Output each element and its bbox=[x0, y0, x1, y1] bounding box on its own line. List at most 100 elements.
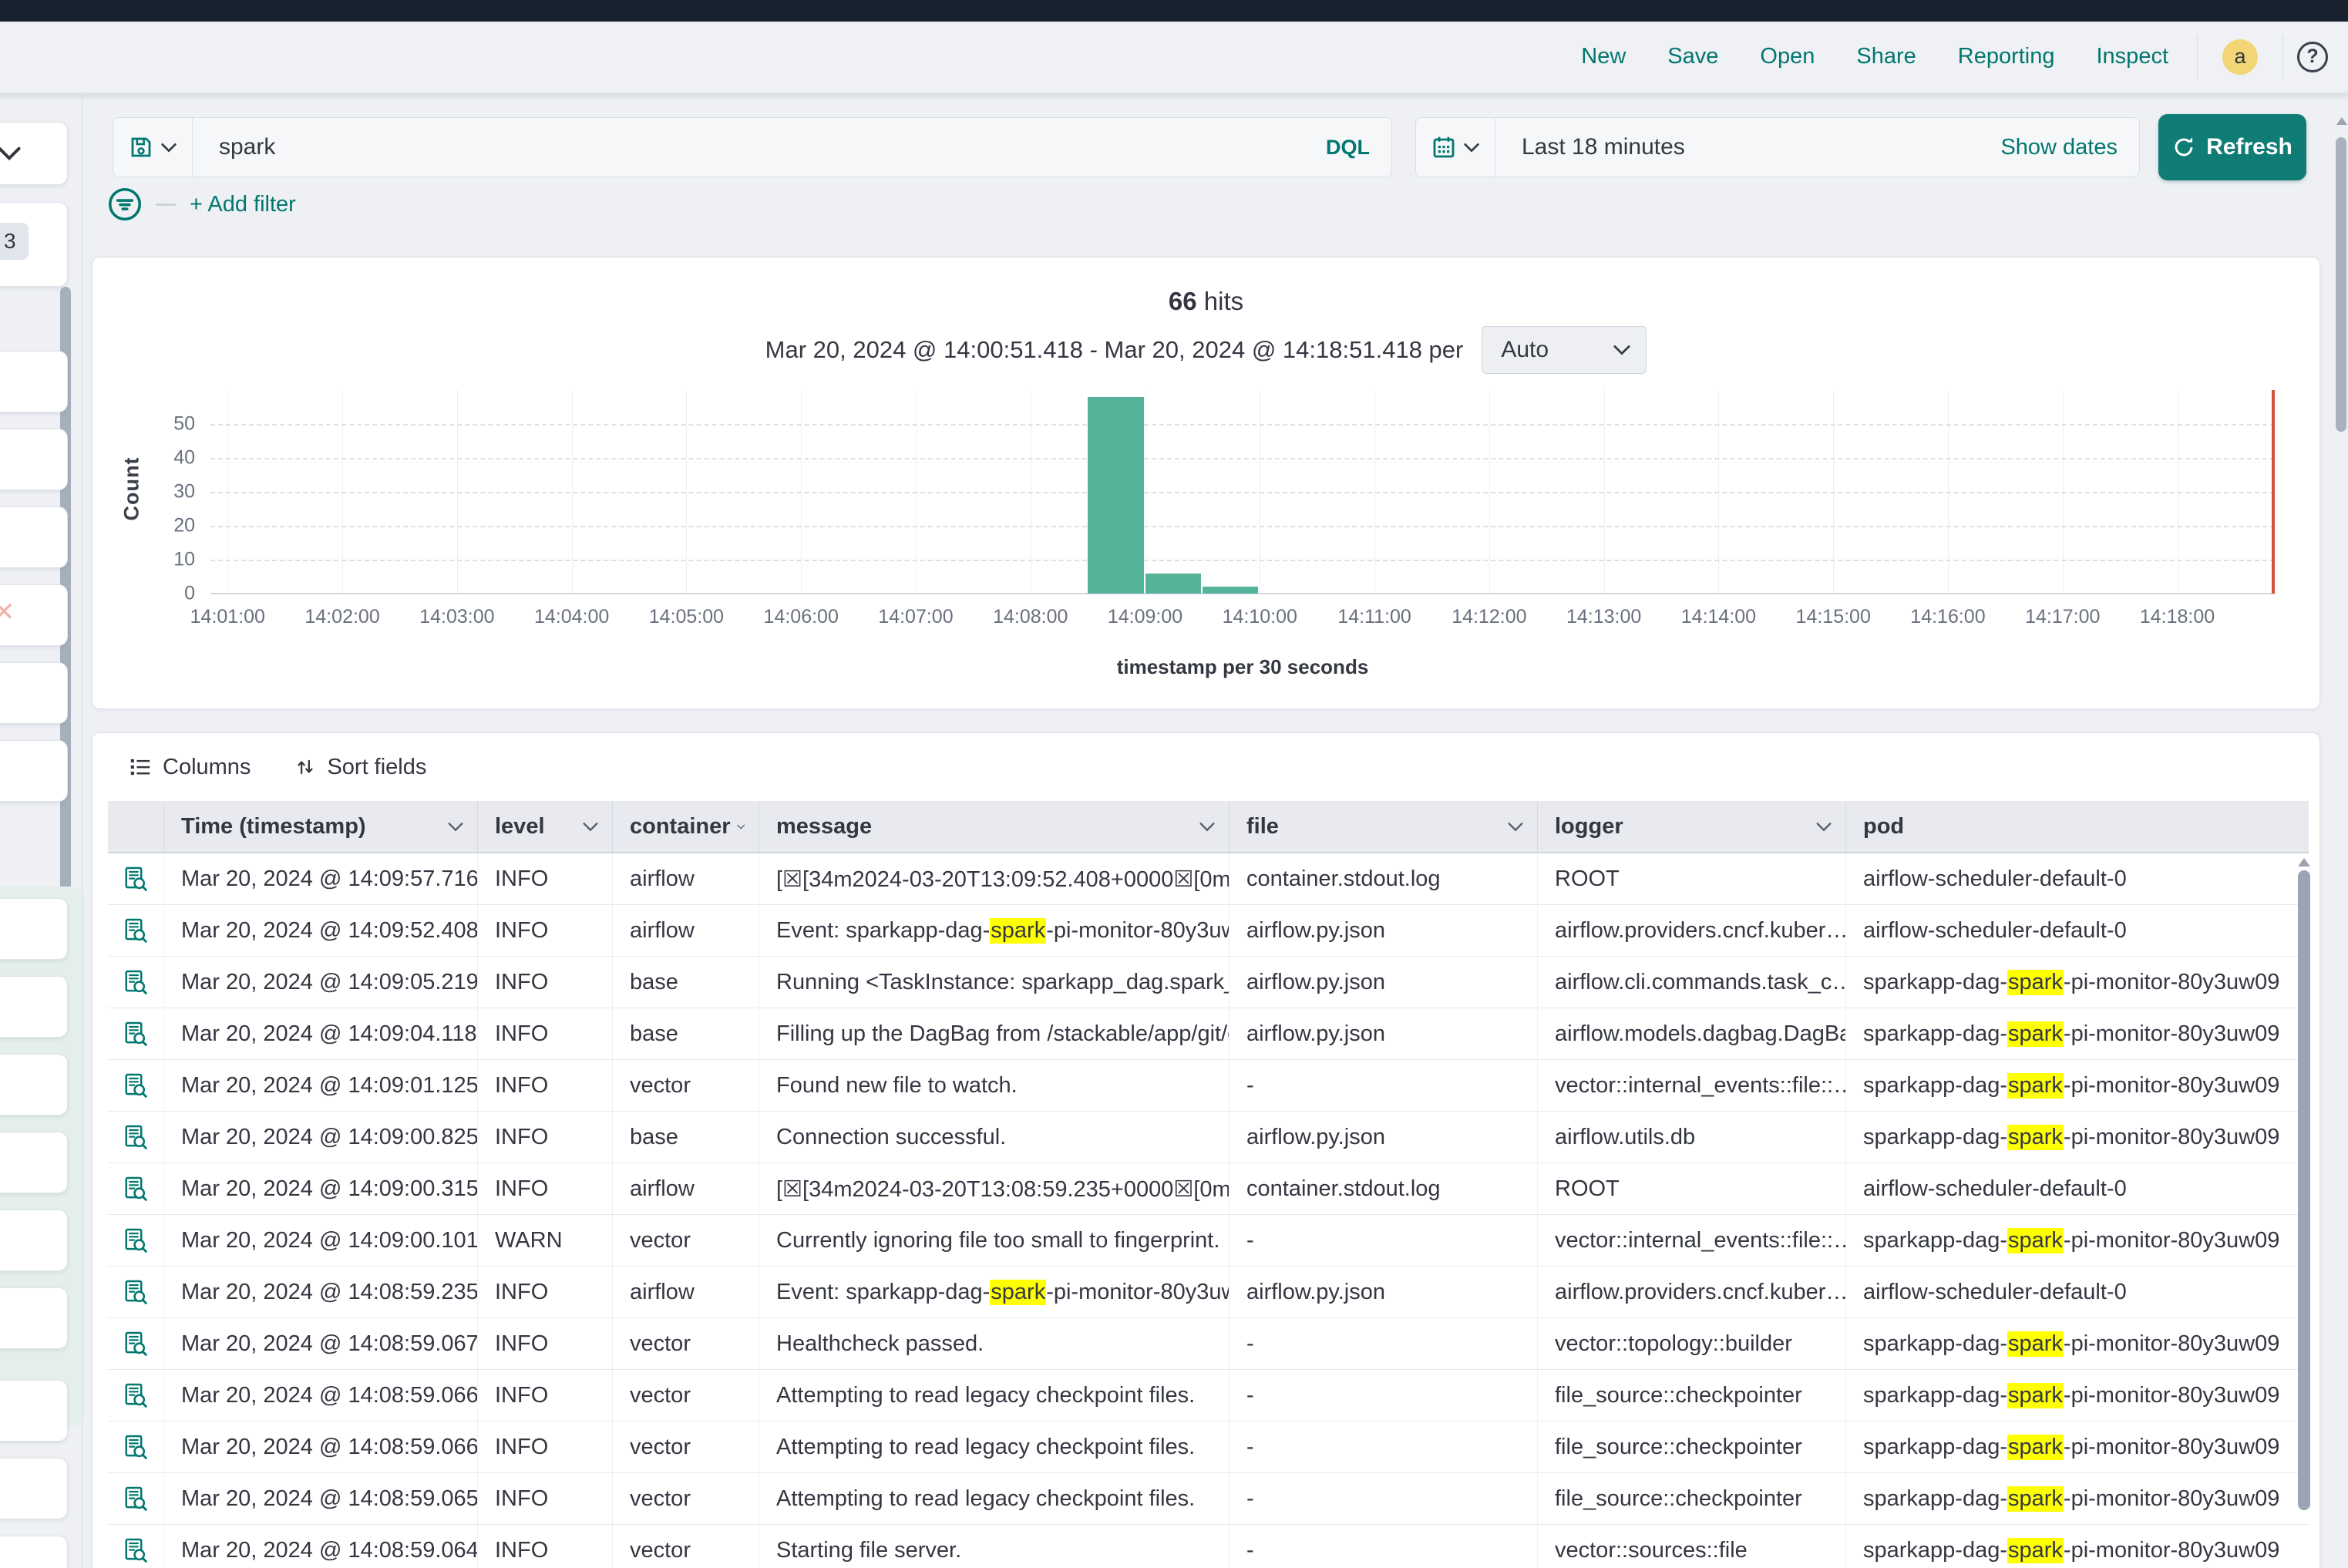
expand-row-button[interactable] bbox=[108, 1008, 164, 1059]
column-header-file[interactable]: file bbox=[1230, 801, 1538, 852]
y-gridline bbox=[210, 458, 2275, 459]
x-tick-label: 14:01:00 bbox=[190, 606, 265, 628]
expand-row-button[interactable] bbox=[108, 1422, 164, 1472]
page-scroll-up-arrow[interactable] bbox=[2336, 117, 2347, 125]
expand-row-button[interactable] bbox=[108, 1370, 164, 1421]
x-tick-label: 14:07:00 bbox=[878, 606, 953, 628]
user-avatar[interactable]: a bbox=[2222, 39, 2258, 75]
show-dates-button[interactable]: Show dates bbox=[2000, 135, 2139, 160]
expand-document-icon bbox=[122, 1175, 150, 1203]
page-scrollbar-thumb[interactable] bbox=[2336, 137, 2346, 432]
highlighted-term: spark bbox=[2007, 970, 2064, 995]
saved-query-menu-button[interactable] bbox=[113, 118, 193, 177]
cell-logger: airflow.providers.cncf.kuber… bbox=[1538, 1267, 1846, 1317]
chart-bar[interactable] bbox=[1145, 574, 1201, 594]
field-item-box[interactable] bbox=[0, 976, 68, 1038]
columns-button[interactable]: Columns bbox=[130, 755, 251, 780]
field-item-box[interactable] bbox=[0, 740, 68, 802]
chart-bar[interactable] bbox=[1203, 587, 1258, 594]
cell-file: - bbox=[1230, 1473, 1538, 1524]
field-item-box[interactable] bbox=[0, 898, 68, 960]
field-item-box[interactable] bbox=[0, 1287, 68, 1349]
histogram-plot[interactable]: 14:01:0014:02:0014:03:0014:04:0014:05:00… bbox=[210, 390, 2275, 594]
nav-reporting-link[interactable]: Reporting bbox=[1958, 44, 2055, 69]
global-header-bar bbox=[0, 0, 2348, 22]
expand-row-button[interactable] bbox=[108, 957, 164, 1008]
cell-time: Mar 20, 2024 @ 14:08:59.235 bbox=[164, 1267, 478, 1317]
field-item-box[interactable] bbox=[0, 1132, 68, 1193]
column-header-label: level bbox=[495, 814, 545, 840]
cell-level: INFO bbox=[478, 905, 613, 956]
nav-inspect-link[interactable]: Inspect bbox=[2097, 44, 2169, 69]
field-item-box[interactable] bbox=[0, 1458, 68, 1519]
expand-row-button[interactable] bbox=[108, 1163, 164, 1214]
field-item-box[interactable] bbox=[0, 351, 68, 412]
cell-message: Event: sparkapp-dag-spark-pi-monitor-80y… bbox=[759, 1267, 1230, 1317]
expand-row-button[interactable] bbox=[108, 853, 164, 904]
column-header-message[interactable]: message bbox=[759, 801, 1230, 852]
remove-field-icon[interactable]: ✕ bbox=[0, 599, 67, 625]
query-language-button[interactable]: DQL bbox=[1326, 136, 1391, 160]
cell-level: INFO bbox=[478, 1267, 613, 1317]
calendar-icon bbox=[1431, 135, 1456, 160]
column-header-level[interactable]: level bbox=[478, 801, 613, 852]
field-item-box[interactable] bbox=[0, 1054, 68, 1115]
field-item-box[interactable] bbox=[0, 662, 68, 724]
filter-icon[interactable] bbox=[108, 187, 142, 221]
expand-row-button[interactable] bbox=[108, 1267, 164, 1317]
field-item-box[interactable] bbox=[0, 1536, 68, 1568]
log-row: Mar 20, 2024 @ 14:09:52.408INFOairflowEv… bbox=[108, 905, 2309, 957]
expand-row-button[interactable] bbox=[108, 905, 164, 956]
log-row: Mar 20, 2024 @ 14:08:59.067INFOvectorHea… bbox=[108, 1318, 2309, 1370]
field-item-box[interactable] bbox=[0, 1210, 68, 1271]
column-header-time[interactable]: Time (timestamp) bbox=[164, 801, 478, 852]
sort-fields-button[interactable]: Sort fields bbox=[295, 755, 426, 780]
expand-row-button[interactable] bbox=[108, 1215, 164, 1266]
expand-document-icon bbox=[122, 1072, 150, 1099]
search-input[interactable]: spark bbox=[193, 134, 1326, 160]
cell-logger: airflow.providers.cncf.kuber… bbox=[1538, 905, 1846, 956]
y-tick-label: 20 bbox=[173, 515, 195, 537]
cell-file: airflow.py.json bbox=[1230, 1112, 1538, 1163]
chart-bar[interactable] bbox=[1088, 397, 1143, 594]
highlighted-term: spark bbox=[2007, 1435, 2064, 1460]
expand-row-button[interactable] bbox=[108, 1525, 164, 1568]
expand-row-button[interactable] bbox=[108, 1060, 164, 1111]
chevron-down-icon bbox=[1508, 822, 1523, 832]
table-scrollbar[interactable] bbox=[2298, 858, 2310, 1568]
column-header-pod[interactable]: pod bbox=[1846, 801, 2309, 852]
collapse-fields-panel-button[interactable] bbox=[0, 122, 68, 185]
nav-share-link[interactable]: Share bbox=[1856, 44, 1916, 69]
log-row: Mar 20, 2024 @ 14:09:57.716INFOairflow[☒… bbox=[108, 853, 2309, 905]
x-tick-label: 14:14:00 bbox=[1681, 606, 1756, 628]
cell-file: - bbox=[1230, 1060, 1538, 1111]
expand-document-icon bbox=[122, 1020, 150, 1048]
cell-container: airflow bbox=[613, 1267, 759, 1317]
help-icon[interactable]: ? bbox=[2297, 42, 2328, 72]
field-item-box[interactable] bbox=[0, 506, 68, 568]
cell-pod: airflow-scheduler-default-0 bbox=[1846, 905, 2309, 956]
field-item-box[interactable] bbox=[0, 1380, 68, 1442]
expand-row-button[interactable] bbox=[108, 1473, 164, 1524]
hits-unit: hits bbox=[1197, 287, 1244, 315]
expand-row-button[interactable] bbox=[108, 1318, 164, 1369]
column-header-logger[interactable]: logger bbox=[1538, 801, 1846, 852]
field-item-box[interactable] bbox=[0, 429, 68, 490]
table-scrollbar-thumb[interactable] bbox=[2298, 870, 2310, 1510]
field-item-box[interactable]: ✕ bbox=[0, 584, 68, 646]
cell-file: container.stdout.log bbox=[1230, 853, 1538, 904]
cell-file: container.stdout.log bbox=[1230, 1163, 1538, 1214]
cell-level: INFO bbox=[478, 1525, 613, 1568]
column-header-container[interactable]: container bbox=[613, 801, 759, 852]
nav-new-link[interactable]: New bbox=[1581, 44, 1626, 69]
scroll-up-arrow[interactable] bbox=[2298, 858, 2310, 866]
nav-open-link[interactable]: Open bbox=[1760, 44, 1815, 69]
refresh-button[interactable]: Refresh bbox=[2158, 114, 2306, 180]
interval-select[interactable]: Auto bbox=[1482, 326, 1647, 374]
add-filter-button[interactable]: + Add filter bbox=[190, 192, 296, 217]
time-range-value[interactable]: Last 18 minutes bbox=[1495, 134, 2000, 160]
date-quick-select-button[interactable] bbox=[1416, 118, 1495, 177]
expand-row-button[interactable] bbox=[108, 1112, 164, 1163]
cell-pod: sparkapp-dag-spark-pi-monitor-80y3uw09 bbox=[1846, 1318, 2309, 1369]
nav-save-link[interactable]: Save bbox=[1667, 44, 1718, 69]
